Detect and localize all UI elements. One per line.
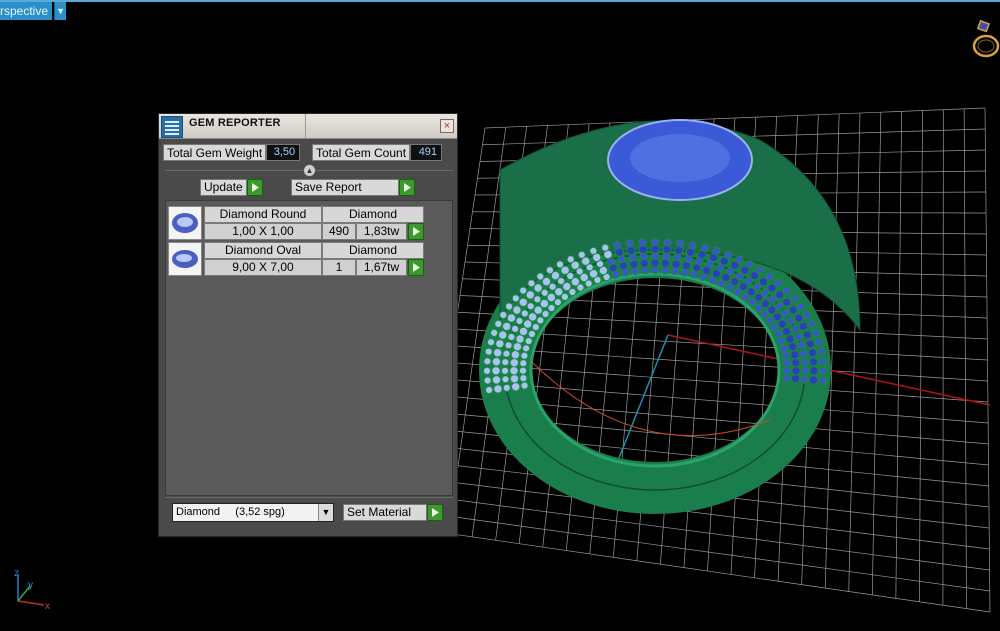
- oval-diamond-icon: [168, 242, 202, 276]
- total-count-value: 491: [410, 144, 443, 161]
- panel-title: GEM REPORTER: [189, 117, 281, 129]
- axis-y-label: y: [28, 580, 33, 591]
- play-arrow-icon[interactable]: [399, 179, 415, 196]
- close-icon[interactable]: ×: [440, 119, 454, 133]
- update-label: Update: [200, 179, 247, 196]
- gem-material: Diamond: [322, 242, 424, 259]
- save-report-label: Save Report: [291, 179, 399, 196]
- scene-canvas[interactable]: [0, 0, 1000, 631]
- gem-material: Diamond: [322, 206, 424, 223]
- gem-reporter-panel: GEM REPORTER × Total Gem Weight 3,50 Tot…: [158, 113, 458, 537]
- panel-title-bar[interactable]: GEM REPORTER ×: [159, 114, 457, 139]
- axis-z-label: z: [14, 568, 19, 579]
- total-gem-count: Total Gem Count 491: [312, 144, 443, 161]
- total-weight-label: Total Gem Weight: [163, 144, 267, 161]
- total-count-label: Total Gem Count: [312, 144, 411, 161]
- section-divider: [165, 497, 453, 498]
- collapse-toggle-icon[interactable]: ▲: [303, 164, 316, 177]
- update-button[interactable]: Update: [200, 179, 263, 196]
- material-select-value: Diamond (3,52 spg): [176, 506, 285, 518]
- play-arrow-icon[interactable]: [246, 179, 263, 196]
- axis-x-label: x: [45, 601, 50, 612]
- material-select[interactable]: Diamond (3,52 spg) ▼: [172, 503, 334, 522]
- play-arrow-icon[interactable]: [408, 259, 424, 276]
- gem-reporter-icon: [161, 116, 183, 138]
- gem-weight: 1,67tw: [356, 259, 407, 276]
- axis-gizmo: z y x: [14, 568, 50, 612]
- viewport-view-tab[interactable]: rspective ▼: [0, 2, 67, 20]
- ring-model[interactable]: [479, 119, 861, 514]
- gem-row[interactable]: Diamond Oval Diamond 9,00 X 7,00 1 1,67t…: [168, 242, 428, 276]
- save-report-button[interactable]: Save Report: [291, 179, 415, 196]
- title-divider: [305, 114, 306, 138]
- view-dropdown-button[interactable]: ▼: [54, 2, 67, 20]
- chevron-down-icon[interactable]: ▼: [318, 504, 333, 521]
- gem-count: 1: [322, 259, 356, 276]
- gem-size: 9,00 X 7,00: [204, 259, 322, 276]
- total-gem-weight: Total Gem Weight 3,50: [163, 144, 301, 161]
- gem-name: Diamond Oval: [204, 242, 322, 259]
- chevron-down-icon: ▼: [56, 6, 65, 16]
- gem-list: Diamond Round Diamond 1,00 X 1,00 490 1,…: [165, 200, 453, 496]
- gem-name: Diamond Round: [204, 206, 322, 223]
- view-name-label: rspective: [0, 2, 53, 20]
- total-weight-value: 3,50: [266, 144, 301, 161]
- set-material-button[interactable]: Set Material: [343, 504, 443, 521]
- gem-count: 490: [322, 223, 356, 240]
- 3d-viewport[interactable]: rspective ▼ z y x: [0, 0, 1000, 631]
- play-arrow-icon[interactable]: [408, 223, 424, 240]
- gem-weight: 1,83tw: [356, 223, 407, 240]
- play-arrow-icon[interactable]: [427, 504, 443, 521]
- gem-size: 1,00 X 1,00: [204, 223, 322, 240]
- set-material-label: Set Material: [343, 504, 427, 521]
- gem-row[interactable]: Diamond Round Diamond 1,00 X 1,00 490 1,…: [168, 206, 428, 240]
- y-axis-line: [614, 334, 669, 469]
- ring-thumbnail-icon[interactable]: [966, 14, 1000, 62]
- round-diamond-icon: [168, 206, 202, 240]
